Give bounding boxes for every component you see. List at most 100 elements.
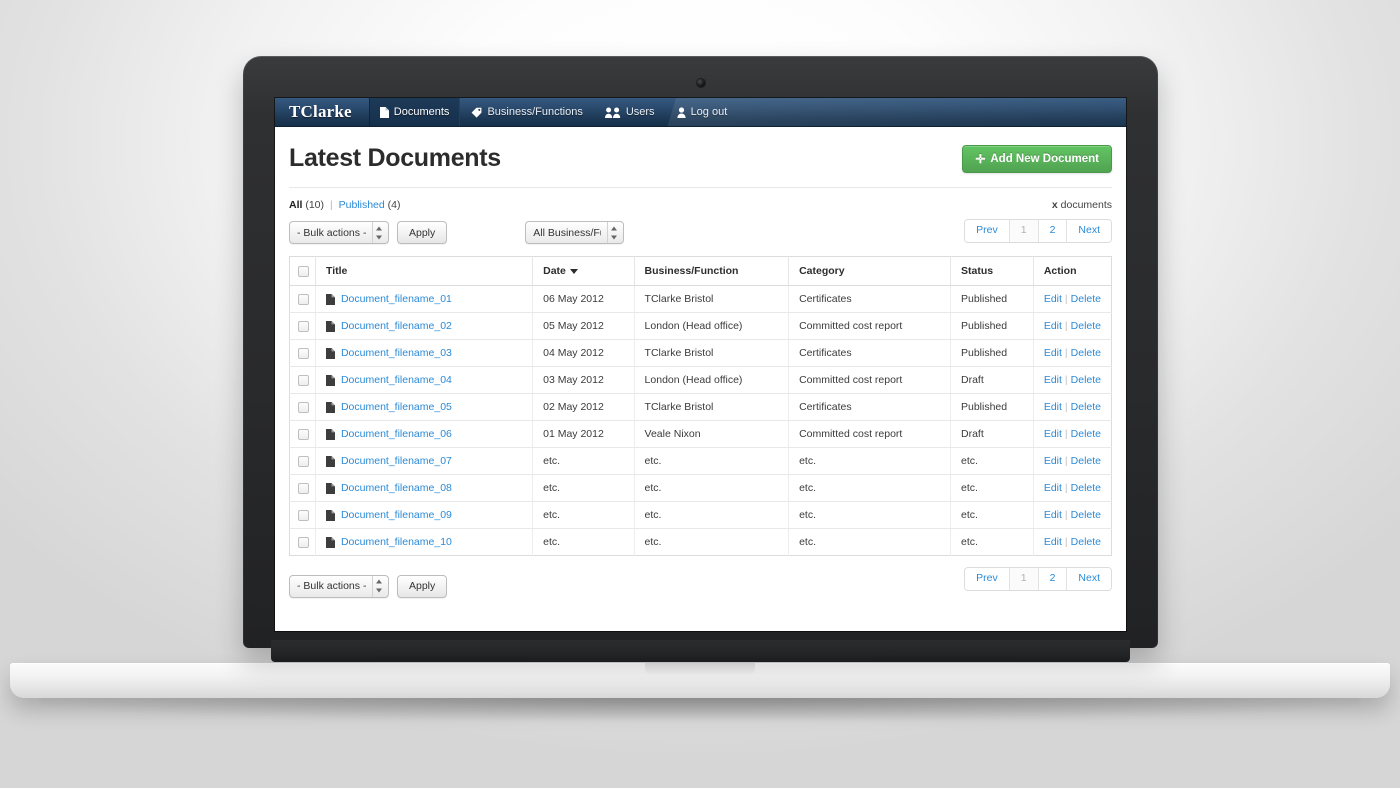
row-checkbox[interactable]	[298, 456, 309, 467]
delete-link[interactable]: Delete	[1071, 293, 1101, 305]
document-link[interactable]: Document_filename_10	[341, 536, 452, 548]
delete-link[interactable]: Delete	[1071, 455, 1101, 467]
row-checkbox[interactable]	[298, 429, 309, 440]
business-function-filter-select[interactable]: All Business/Functio	[525, 221, 624, 244]
document-link[interactable]: Document_filename_04	[341, 374, 452, 386]
edit-link[interactable]: Edit	[1044, 320, 1062, 332]
cell-business-function: etc.	[634, 475, 789, 502]
apply-button-bottom[interactable]: Apply	[397, 575, 447, 598]
pagination-page-1-bottom: 1	[1010, 568, 1039, 590]
row-checkbox[interactable]	[298, 402, 309, 413]
laptop-mockup: TClarke Documents Business/Functions	[243, 56, 1158, 648]
delete-link[interactable]: Delete	[1071, 347, 1101, 359]
row-checkbox[interactable]	[298, 321, 309, 332]
delete-link[interactable]: Delete	[1071, 482, 1101, 494]
pagination-next-bottom[interactable]: Next	[1067, 568, 1111, 590]
delete-link[interactable]: Delete	[1071, 401, 1101, 413]
cell-business-function: TClarke Bristol	[634, 394, 789, 421]
table-toolbar-top: - Bulk actions - Apply All Business/Func…	[289, 211, 1112, 256]
edit-link[interactable]: Edit	[1044, 401, 1062, 413]
cell-date: 01 May 2012	[533, 421, 634, 448]
pagination-next-top[interactable]: Next	[1067, 220, 1111, 242]
document-link[interactable]: Document_filename_03	[341, 347, 452, 359]
cell-action: Edit|Delete	[1033, 529, 1111, 556]
document-link[interactable]: Document_filename_06	[341, 428, 452, 440]
cell-category: etc.	[789, 502, 951, 529]
pagination-page-2-top[interactable]: 2	[1039, 220, 1068, 242]
apply-button-top[interactable]: Apply	[397, 221, 447, 244]
edit-link[interactable]: Edit	[1044, 509, 1062, 521]
cell-date: 03 May 2012	[533, 367, 634, 394]
add-new-document-button[interactable]: ✛ Add New Document	[962, 145, 1112, 173]
table-row: Document_filename_08etc.etc.etc.etc.Edit…	[290, 475, 1112, 502]
page-title: Latest Documents	[289, 144, 501, 173]
pagination-page-2-bottom[interactable]: 2	[1039, 568, 1068, 590]
edit-link[interactable]: Edit	[1044, 455, 1062, 467]
bulk-actions-wrapper-bottom: - Bulk actions -	[289, 575, 389, 598]
action-separator: |	[1065, 482, 1068, 494]
cell-business-function: etc.	[634, 502, 789, 529]
pagination-prev-top[interactable]: Prev	[965, 220, 1010, 242]
nav-label: Log out	[691, 106, 728, 118]
delete-link[interactable]: Delete	[1071, 374, 1101, 386]
header-business-function[interactable]: Business/Function	[634, 257, 789, 286]
document-link[interactable]: Document_filename_05	[341, 401, 452, 413]
row-checkbox[interactable]	[298, 483, 309, 494]
row-checkbox[interactable]	[298, 294, 309, 305]
cell-action: Edit|Delete	[1033, 448, 1111, 475]
row-select-cell	[290, 394, 316, 421]
row-checkbox[interactable]	[298, 348, 309, 359]
header-category[interactable]: Category	[789, 257, 951, 286]
delete-link[interactable]: Delete	[1071, 536, 1101, 548]
laptop-screen: TClarke Documents Business/Functions	[275, 98, 1126, 631]
bulk-actions-select-top[interactable]: - Bulk actions -	[289, 221, 389, 244]
edit-link[interactable]: Edit	[1044, 482, 1062, 494]
bulk-actions-select-bottom[interactable]: - Bulk actions -	[289, 575, 389, 598]
nav-item-documents[interactable]: Documents	[369, 98, 461, 126]
row-checkbox[interactable]	[298, 537, 309, 548]
table-row: Document_filename_0205 May 2012London (H…	[290, 313, 1112, 340]
row-checkbox[interactable]	[298, 510, 309, 521]
sort-desc-icon	[570, 269, 578, 274]
filter-all-label[interactable]: All	[289, 199, 302, 211]
pagination-prev-bottom[interactable]: Prev	[965, 568, 1010, 590]
cell-category: etc.	[789, 448, 951, 475]
header-date[interactable]: Date	[533, 257, 634, 286]
document-link[interactable]: Document_filename_07	[341, 455, 452, 467]
edit-link[interactable]: Edit	[1044, 536, 1062, 548]
nav-item-log-out[interactable]: Log out	[666, 98, 739, 126]
cell-business-function: Veale Nixon	[634, 421, 789, 448]
document-count: x documents	[1052, 199, 1112, 211]
delete-link[interactable]: Delete	[1071, 320, 1101, 332]
cell-status: etc.	[950, 475, 1033, 502]
brand-logo[interactable]: TClarke	[275, 98, 369, 126]
filter-published-label[interactable]: Published	[339, 199, 385, 211]
document-link[interactable]: Document_filename_01	[341, 293, 452, 305]
nav-item-business-functions[interactable]: Business/Functions	[460, 98, 593, 126]
row-select-cell	[290, 340, 316, 367]
cell-category: etc.	[789, 529, 951, 556]
cell-title: Document_filename_04	[315, 367, 532, 394]
document-link[interactable]: Document_filename_02	[341, 320, 452, 332]
delete-link[interactable]: Delete	[1071, 509, 1101, 521]
header-title[interactable]: Title	[315, 257, 532, 286]
filter-published-count: (4)	[388, 199, 401, 211]
nav-item-users[interactable]: Users	[594, 98, 666, 126]
document-link[interactable]: Document_filename_09	[341, 509, 452, 521]
select-all-checkbox[interactable]	[298, 266, 309, 277]
table-row: Document_filename_06 01 May 2012Veale Nix…	[290, 421, 1112, 448]
delete-link[interactable]: Delete	[1071, 428, 1101, 440]
action-separator: |	[1065, 293, 1068, 305]
edit-link[interactable]: Edit	[1044, 374, 1062, 386]
action-separator: |	[1065, 347, 1068, 359]
pagination-page-1-top: 1	[1010, 220, 1039, 242]
document-icon	[326, 483, 335, 494]
document-link[interactable]: Document_filename_08	[341, 482, 452, 494]
documents-table-body: Document_filename_0106 May 2012TClarke B…	[290, 286, 1112, 556]
row-checkbox[interactable]	[298, 375, 309, 386]
edit-link[interactable]: Edit	[1044, 347, 1062, 359]
header-status[interactable]: Status	[950, 257, 1033, 286]
edit-link[interactable]: Edit	[1044, 428, 1062, 440]
edit-link[interactable]: Edit	[1044, 293, 1062, 305]
cell-business-function: London (Head office)	[634, 367, 789, 394]
